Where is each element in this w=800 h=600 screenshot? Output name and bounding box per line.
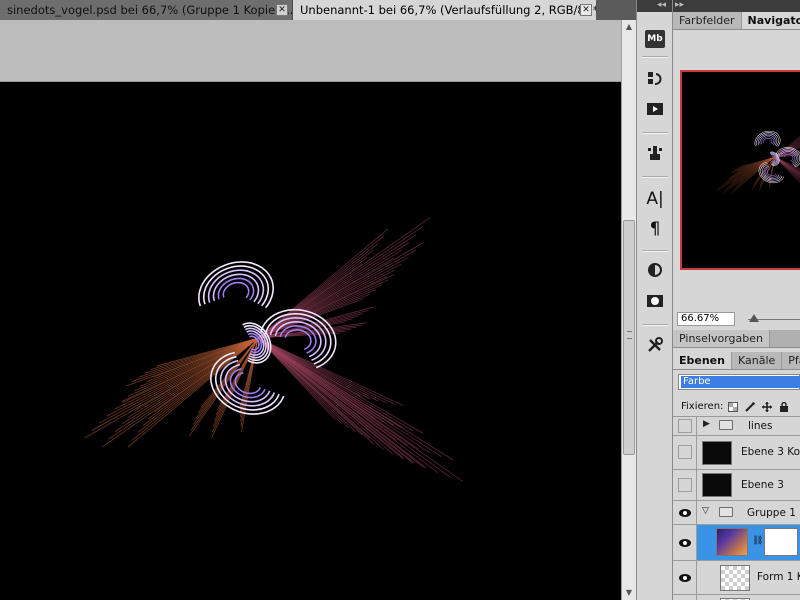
- vertical-scrollbar[interactable]: ▲ ▼: [621, 20, 636, 600]
- layer-row-ebene-3-kopie[interactable]: Ebene 3 Kopie: [673, 436, 800, 470]
- visibility-toggle[interactable]: [678, 419, 692, 433]
- layer-name: Ebene 3 Kopie: [741, 446, 800, 458]
- visibility-toggle[interactable]: [678, 445, 692, 459]
- folder-icon: [719, 507, 733, 517]
- layer-row-lines[interactable]: ▶ lines: [673, 417, 800, 436]
- eye-icon[interactable]: [679, 539, 691, 547]
- tab-farbfelder[interactable]: Farbfelder: [673, 12, 742, 29]
- document-tab-title: Unbenannt-1 bei 66,7% (Verlaufsfüllung 2…: [300, 3, 596, 17]
- folder-icon: [719, 420, 733, 430]
- layer-row-ebene-3[interactable]: Ebene 3: [673, 470, 800, 501]
- layer-row-form-1-kopie[interactable]: Form 1 Kopie: [673, 561, 800, 595]
- chevron-down-icon[interactable]: ▽: [702, 506, 709, 516]
- navigator-thumbnail: [716, 130, 800, 195]
- history-icon[interactable]: [644, 70, 666, 92]
- tab-kanaele[interactable]: Kanäle: [732, 352, 783, 369]
- navigator-panel-tabs: Farbfelder Navigator: [673, 12, 800, 30]
- layer-row-partial[interactable]: [673, 595, 800, 600]
- play-icon[interactable]: [644, 100, 666, 122]
- masks-icon[interactable]: [644, 292, 666, 314]
- tab-pfade[interactable]: Pfade: [782, 352, 800, 369]
- navigator-preview[interactable]: [680, 70, 800, 270]
- link-icon[interactable]: ⛓: [752, 536, 763, 546]
- layers-panel-tabs: Ebenen Kanäle Pfade: [673, 352, 800, 370]
- mini-bridge-icon[interactable]: Mb: [645, 30, 665, 48]
- layer-row-gradient-fill[interactable]: ⛓: [673, 525, 800, 561]
- tab-pinselvorgaben[interactable]: Pinselvorgaben: [673, 330, 770, 347]
- lock-transparency-icon[interactable]: [728, 402, 738, 412]
- tool-presets-icon[interactable]: [644, 144, 666, 166]
- tab-navigator[interactable]: Navigator: [741, 12, 800, 29]
- close-icon[interactable]: ✕: [276, 4, 288, 16]
- layer-name: Ebene 3: [741, 479, 784, 491]
- blend-mode-value: Farbe: [681, 376, 800, 388]
- chevron-right-icon[interactable]: ▶: [703, 419, 710, 429]
- document-tab-bar: sinedots_vogel.psd bei 66,7% (Gruppe 1 K…: [0, 0, 636, 20]
- document-tab-title: sinedots_vogel.psd bei 66,7% (Gruppe 1 K…: [7, 3, 293, 17]
- lock-pixels-icon[interactable]: [745, 402, 755, 412]
- layer-row-gruppe-1[interactable]: ▽ Gruppe 1: [673, 501, 800, 525]
- adjustments-icon[interactable]: [644, 262, 666, 284]
- blend-mode-select[interactable]: Farbe: [678, 374, 800, 390]
- layer-thumbnail: [702, 441, 732, 465]
- tab-ebenen[interactable]: Ebenen: [673, 352, 732, 369]
- panel-dock-header[interactable]: ▸▸: [673, 0, 800, 12]
- layer-name: lines: [748, 420, 773, 432]
- document-tab-sinedots[interactable]: sinedots_vogel.psd bei 66,7% (Gruppe 1 K…: [0, 0, 293, 20]
- scrollbar-thumb[interactable]: [623, 220, 635, 455]
- document-canvas[interactable]: [0, 82, 621, 600]
- layer-mask-thumbnail[interactable]: [764, 528, 798, 556]
- navigator-zoom-row: 66.67%: [673, 311, 800, 327]
- zoom-slider-handle[interactable]: [749, 314, 759, 322]
- character-icon[interactable]: A|: [644, 188, 666, 210]
- document-window: [0, 20, 621, 600]
- layer-name: Form 1 Kopie: [757, 571, 800, 583]
- scroll-down-icon[interactable]: ▼: [624, 588, 634, 598]
- lock-all-icon[interactable]: [779, 402, 789, 412]
- tools-icon[interactable]: [644, 336, 666, 358]
- panel-strip-header[interactable]: ◂◂: [637, 0, 672, 12]
- scroll-up-icon[interactable]: ▲: [624, 22, 634, 32]
- layer-name: Gruppe 1: [747, 507, 796, 519]
- lock-row: Fixieren:: [673, 398, 800, 416]
- paragraph-icon[interactable]: ¶: [644, 218, 666, 240]
- zoom-input[interactable]: 66.67%: [677, 312, 735, 326]
- lock-label: Fixieren:: [681, 401, 724, 412]
- layer-thumbnail: [702, 473, 732, 497]
- layer-list: ▶ lines Ebene 3 Kopie Ebene 3 ▽ Gr: [673, 416, 800, 600]
- visibility-toggle[interactable]: [678, 478, 692, 492]
- eye-icon[interactable]: [679, 574, 691, 582]
- panel-icon-strip: ◂◂ Mb A| ¶: [636, 0, 673, 600]
- pasteboard: [0, 20, 621, 82]
- brush-panel-tabs: Pinselvorgaben: [673, 330, 800, 348]
- eye-icon[interactable]: [679, 509, 691, 517]
- photoshop-window: sinedots_vogel.psd bei 66,7% (Gruppe 1 K…: [0, 0, 800, 600]
- document-tab-unbenannt[interactable]: Unbenannt-1 bei 66,7% (Verlaufsfüllung 2…: [293, 0, 596, 20]
- gradient-fill-thumbnail: [716, 528, 748, 556]
- close-icon[interactable]: ✕: [580, 4, 592, 16]
- layer-thumbnail: [720, 565, 750, 591]
- lock-position-icon[interactable]: [762, 402, 772, 412]
- artwork-sinedots: [84, 217, 464, 482]
- panel-dock: ▸▸ Farbfelder Navigator 66.67% Pinselvor…: [673, 0, 800, 600]
